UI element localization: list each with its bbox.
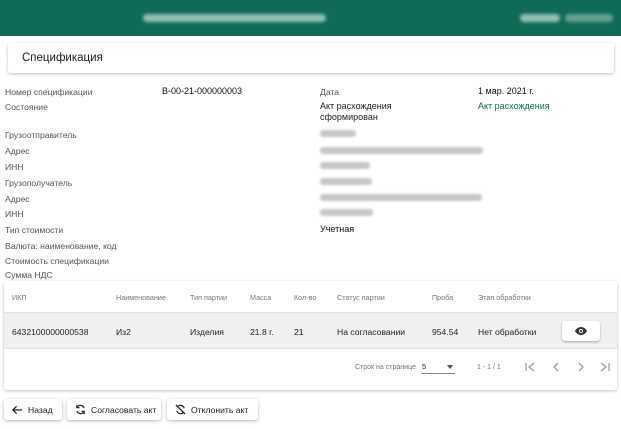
table-row[interactable]: 6432100000000538 Из2 Изделия 21.8 г. 21 … — [4, 313, 617, 349]
col-header-name[interactable]: Наименование — [116, 293, 166, 302]
cell-qty: 21 — [294, 327, 304, 337]
cost-type-value: Учетная — [320, 224, 355, 234]
last-page-glyph — [600, 362, 610, 372]
col-header-status[interactable]: Статус партии — [337, 293, 385, 302]
shipper-inn-label: ИНН — [5, 162, 24, 172]
reject-act-button[interactable]: Отклонить акт — [167, 399, 258, 420]
page-title-card: Спецификация — [8, 43, 614, 73]
discrepancy-act-link[interactable]: Акт расхождения — [478, 101, 550, 111]
status-value-line2: сформирован — [320, 112, 378, 122]
vat-label: Сумма НДС — [5, 270, 53, 280]
consignee-label: Грузополучатель — [5, 178, 73, 188]
pagination: Строк на странице 5 1 - 1 / 1 — [4, 349, 617, 390]
approve-act-button[interactable]: Согласовать акт — [67, 399, 161, 420]
page-title: Спецификация — [22, 52, 103, 64]
arrow-left-icon — [12, 405, 23, 414]
consignee-inn-redacted — [320, 209, 373, 216]
next-page-glyph — [578, 362, 584, 372]
first-page-glyph — [525, 362, 535, 372]
approve-act-label: Согласовать акт — [91, 404, 157, 415]
reject-act-label: Отклонить акт — [191, 404, 249, 415]
first-page-icon[interactable] — [523, 361, 537, 375]
prev-page-glyph — [553, 362, 559, 372]
col-header-stage[interactable]: Этап обработки — [478, 293, 531, 302]
sync-disabled-icon — [175, 404, 186, 415]
rows-per-page-value: 5 — [422, 362, 427, 371]
status-value-line1: Акт расхождения — [320, 101, 392, 111]
spec-number-label: Номер спецификации — [5, 87, 93, 97]
spec-cost-label: Стоимость спецификации — [5, 256, 109, 266]
col-header-type[interactable]: Тип партии — [190, 293, 227, 302]
user-name-redacted — [143, 14, 326, 22]
pagination-range: 1 - 1 / 1 — [477, 364, 501, 371]
batches-table: ИКП Наименование Тип партии Масса Кол-во… — [4, 281, 617, 390]
spec-number-value: В-00-21-000000003 — [162, 86, 243, 96]
col-header-ikp[interactable]: ИКП — [12, 293, 27, 302]
consignee-name-redacted — [320, 178, 372, 185]
view-row-button[interactable] — [562, 321, 600, 341]
rows-per-page-select[interactable]: 5 — [421, 362, 455, 374]
prev-page-icon[interactable] — [549, 361, 563, 375]
cell-type: Изделия — [190, 327, 224, 337]
shipper-label: Грузоотправитель — [5, 130, 77, 140]
org-detail-redacted — [565, 14, 613, 22]
cell-status: На согласовании — [337, 327, 406, 337]
cell-name: Из2 — [116, 327, 131, 337]
next-page-icon[interactable] — [574, 361, 588, 375]
cell-mass: 21.8 г. — [250, 327, 274, 337]
shipper-address-redacted — [320, 147, 483, 154]
col-header-probe[interactable]: Проба — [432, 293, 453, 302]
back-button[interactable]: Назад — [4, 399, 62, 420]
org-name-redacted — [520, 14, 560, 22]
consignee-inn-label: ИНН — [5, 209, 24, 219]
consignee-address-label: Адрес — [5, 194, 30, 204]
rows-per-page-label: Строк на странице — [355, 364, 416, 371]
top-app-bar — [0, 0, 621, 36]
date-label: Дата — [320, 87, 340, 97]
shipper-name-redacted — [320, 130, 356, 137]
last-page-icon[interactable] — [598, 361, 612, 375]
col-header-qty[interactable]: Кол-во — [294, 293, 316, 302]
shipper-address-label: Адрес — [5, 146, 30, 156]
back-button-label: Назад — [28, 404, 53, 415]
table-header: ИКП Наименование Тип партии Масса Кол-во… — [4, 281, 617, 313]
sync-icon — [76, 404, 85, 415]
cell-stage: Нет обработки — [478, 327, 537, 337]
currency-label: Валюта: наименование, код — [5, 241, 117, 251]
cell-probe: 954.54 — [432, 327, 459, 337]
chevron-down-icon — [447, 365, 453, 369]
state-label: Состояние — [5, 102, 48, 112]
col-header-mass[interactable]: Масса — [250, 293, 271, 302]
eye-icon — [575, 327, 587, 335]
cost-type-label: Тип стоимости — [5, 225, 64, 235]
date-value: 1 мар. 2021 г. — [478, 86, 534, 96]
cell-ikp: 6432100000000538 — [12, 327, 89, 337]
consignee-address-redacted — [320, 194, 482, 201]
shipper-inn-redacted — [320, 162, 370, 169]
